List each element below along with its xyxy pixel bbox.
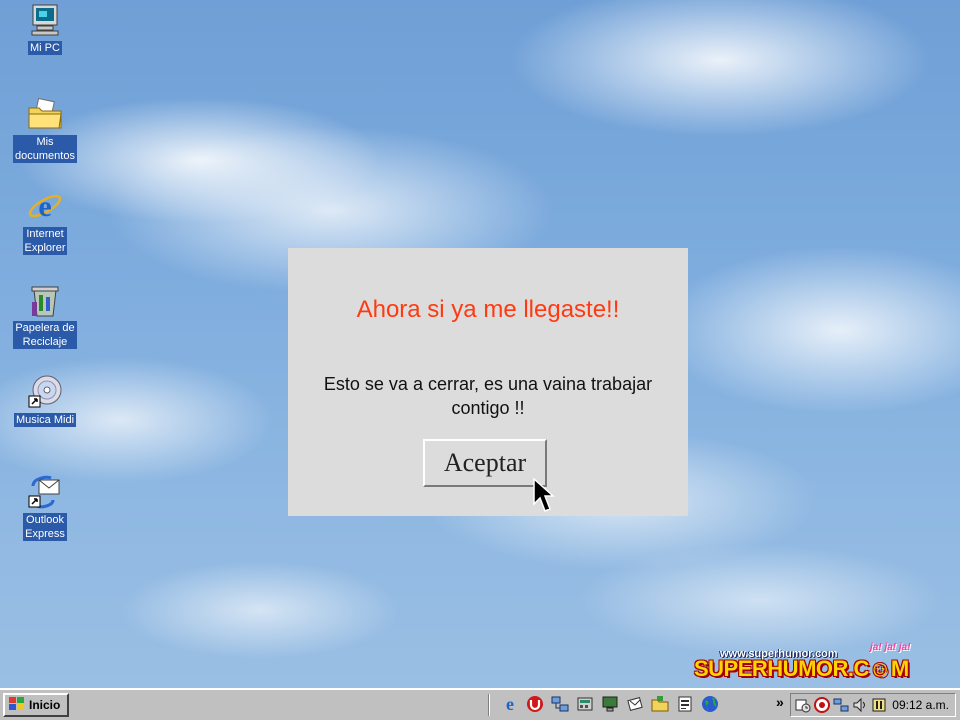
- network-tray-icon[interactable]: [833, 697, 849, 713]
- desktop-icon-papelera[interactable]: Papelera de Reciclaje: [6, 282, 84, 349]
- desktop-icon-outlook-express[interactable]: Outlook Express: [6, 474, 84, 541]
- superhumor-logo: www.superhumor.com ja! ja! ja! SUPERHUMO…: [694, 640, 922, 686]
- antivirus-icon[interactable]: [525, 694, 545, 714]
- message-dialog: Ahora si ya me llegaste!! Esto se va a c…: [288, 248, 688, 516]
- calculator-icon[interactable]: [575, 694, 595, 714]
- internet-explorer-icon: e: [27, 188, 63, 224]
- mouse-pointer-icon: [533, 477, 555, 519]
- keyboard-icon[interactable]: [871, 697, 887, 713]
- svg-text:e: e: [38, 190, 51, 223]
- windows-logo-icon: [8, 696, 26, 715]
- internet-explorer-icon[interactable]: e: [500, 694, 520, 714]
- quick-launch-chevron[interactable]: »: [776, 694, 784, 710]
- dialog-message: Esto se va a cerrar, es una vaina trabaj…: [323, 374, 653, 418]
- document-icon[interactable]: [675, 694, 695, 714]
- clock[interactable]: 09:12 a.m.: [892, 698, 949, 712]
- dialog-title: Ahora si ya me llegaste!!: [356, 296, 620, 323]
- outlook-express-icon: [27, 474, 63, 510]
- monitor-icon[interactable]: [600, 694, 620, 714]
- desktop-icon-mi-pc[interactable]: Mi PC: [6, 2, 84, 55]
- accept-button[interactable]: Aceptar: [423, 439, 547, 487]
- logo-laugh: ja! ja! ja!: [870, 642, 911, 653]
- desktop-icon-label: Internet Explorer: [22, 227, 68, 255]
- recycle-bin-icon: [27, 282, 63, 318]
- desktop-icon-label: Mi PC: [28, 41, 62, 55]
- start-label: Inicio: [29, 698, 61, 712]
- my-documents-folder-icon: [27, 96, 63, 132]
- scheduler-icon[interactable]: [795, 697, 811, 713]
- quick-launch-bar: e: [500, 694, 720, 714]
- globe-icon[interactable]: [700, 694, 720, 714]
- svg-text:e: e: [506, 695, 514, 713]
- logo-wordmark: SUPERHUMOR.C☺M: [694, 656, 909, 681]
- network-icon[interactable]: [550, 694, 570, 714]
- desktop-icon-label: Papelera de Reciclaje: [13, 321, 77, 349]
- desktop-icon-label: Musica Midi: [13, 413, 77, 427]
- start-button[interactable]: Inicio: [3, 693, 69, 717]
- volume-icon[interactable]: [852, 697, 868, 713]
- desktop-icon-label: Outlook Express: [23, 513, 67, 541]
- mail-icon[interactable]: [625, 694, 645, 714]
- desktop: Mi PC Mis documentos e Internet Explorer: [0, 0, 960, 720]
- desktop-icon-internet-explorer[interactable]: e Internet Explorer: [6, 188, 84, 255]
- taskbar-separator: [488, 694, 490, 716]
- desktop-icon-mis-documentos[interactable]: Mis documentos: [6, 96, 84, 163]
- desktop-icon-musica-midi[interactable]: Musica Midi: [6, 374, 84, 427]
- music-cd-shortcut-icon: [27, 374, 63, 410]
- system-tray: 09:12 a.m.: [790, 693, 956, 717]
- shield-icon[interactable]: [814, 697, 830, 713]
- desktop-icon-label: Mis documentos: [13, 135, 77, 163]
- folder-icon[interactable]: [650, 694, 670, 714]
- taskbar: Inicio e » 09:12 a.m.: [0, 688, 960, 720]
- my-computer-icon: [27, 2, 63, 38]
